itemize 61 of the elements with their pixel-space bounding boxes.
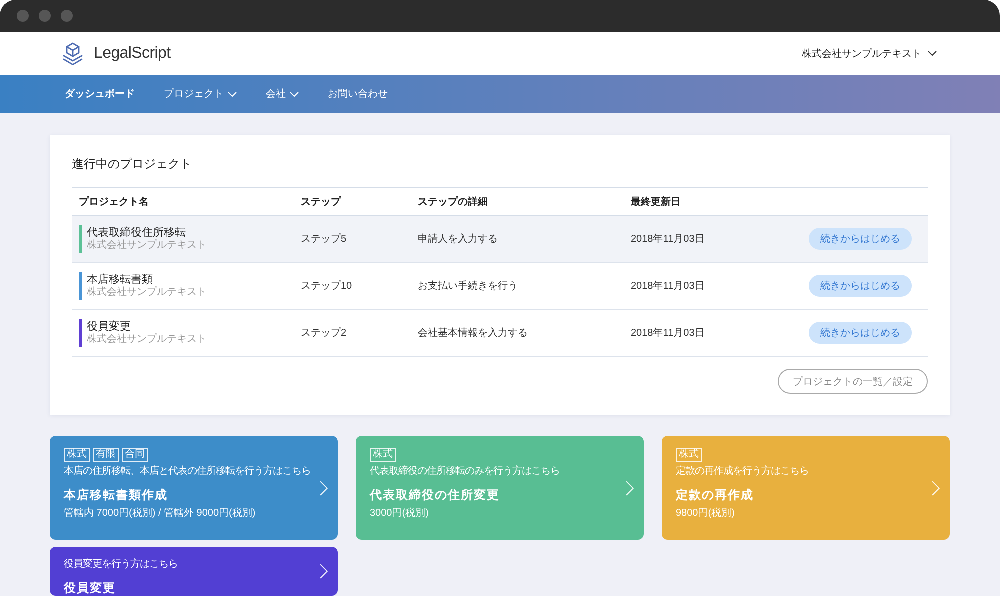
- card-description: 代表取締役の住所移転のみを行う方はこちら: [370, 466, 560, 478]
- caret-icon: [928, 51, 937, 56]
- company-name: 株式会社サンプルテキスト: [87, 240, 207, 252]
- card-title: 定款の再作成: [676, 488, 754, 503]
- project-name: 代表取締役住所移転: [87, 226, 187, 240]
- card-price: 3000円(税別): [370, 508, 429, 520]
- card-price: 9800円(税別): [676, 508, 735, 520]
- tag-label: 株式: [64, 448, 90, 462]
- column-header: ステップの詳細: [418, 195, 489, 208]
- tag-label: 株式: [370, 448, 396, 462]
- caret-icon: [228, 92, 237, 96]
- project-name: 役員変更: [87, 320, 132, 334]
- column-header: 最終更新日: [631, 195, 682, 208]
- card-title: 役員変更: [64, 581, 116, 596]
- window-control-icon[interactable]: [61, 10, 73, 22]
- card-price: 管轄内 7000円(税別) / 管轄外 9000円(税別): [64, 508, 256, 520]
- chevron-right-icon: [932, 480, 940, 496]
- nav-tab[interactable]: プロジェクト: [164, 87, 237, 101]
- table-row[interactable]: 代表取締役住所移転 株式会社サンプルテキスト ステップ5 申請人を入力する 2018年11月03日 続きからはじめる: [72, 216, 928, 263]
- service-card[interactable]: 株式 有限 合同 本店の住所移転、本店と代表の住所移転を行う方はこちら 本店移転書類作成 管轄内 7000円(税別) / 管轄外 9000円(税別): [50, 436, 338, 540]
- tag-label: 有限: [93, 448, 119, 462]
- window-control-icon[interactable]: [17, 10, 29, 22]
- project-list-button[interactable]: プロジェクトの一覧／設定: [778, 369, 928, 394]
- logo-icon: [63, 41, 83, 66]
- nav-tab[interactable]: ダッシュボード: [65, 87, 135, 101]
- company-name: 株式会社サンプルテキスト: [87, 334, 207, 346]
- caret-icon: [290, 92, 299, 96]
- continue-button[interactable]: 続きからはじめる: [809, 275, 912, 297]
- table-cell-text: 2018年11月03日: [631, 233, 706, 246]
- table-cell-text: お支払い手続きを行う: [418, 280, 519, 293]
- column-header: ステップ: [301, 195, 342, 208]
- panel-title: 進行中のプロジェクト: [72, 157, 193, 171]
- table-cell-text: 会社基本情報を入力する: [418, 326, 529, 340]
- table-cell-text: ステップ2: [301, 326, 348, 340]
- nav-tab[interactable]: お問い合わせ: [328, 87, 388, 101]
- card-description: 役員変更を行う方はこちら: [64, 559, 178, 571]
- project-name: 本店移転書類: [87, 273, 154, 286]
- tag-label: 合同: [122, 448, 148, 462]
- continue-button[interactable]: 続きからはじめる: [809, 228, 912, 250]
- chevron-right-icon: [320, 480, 328, 496]
- logo-text: LegalScript: [94, 44, 171, 62]
- column-header: プロジェクト名: [79, 195, 150, 208]
- table-cell-text: ステップ10: [301, 280, 354, 293]
- chevron-right-icon: [626, 480, 634, 496]
- nav-tab[interactable]: 会社: [266, 87, 299, 101]
- card-description: 定款の再作成を行う方はこちら: [676, 466, 809, 478]
- company-name: 株式会社サンプルテキスト: [87, 287, 207, 299]
- table-cell-text: ステップ5: [301, 232, 348, 246]
- service-card[interactable]: 役員変更を行う方はこちら 役員変更: [50, 547, 338, 596]
- card-title: 代表取締役の住所変更: [370, 488, 500, 503]
- card-title: 本店移転書類作成: [64, 488, 168, 503]
- table-cell-text: 2018年11月03日: [631, 327, 706, 340]
- card-description: 本店の住所移転、本店と代表の住所移転を行う方はこちら: [64, 466, 311, 478]
- service-card[interactable]: 株式 代表取締役の住所移転のみを行う方はこちら 代表取締役の住所変更 3000円(税別): [356, 436, 644, 540]
- continue-button[interactable]: 続きからはじめる: [809, 322, 912, 344]
- tag-label: 株式: [676, 448, 702, 462]
- account-menu[interactable]: 株式会社サンプルテキスト: [802, 46, 937, 60]
- window-control-icon[interactable]: [39, 10, 51, 22]
- table-cell-text: 申請人を入力する: [418, 232, 499, 246]
- chevron-right-icon: [320, 564, 328, 579]
- table-cell-text: 2018年11月03日: [631, 280, 706, 293]
